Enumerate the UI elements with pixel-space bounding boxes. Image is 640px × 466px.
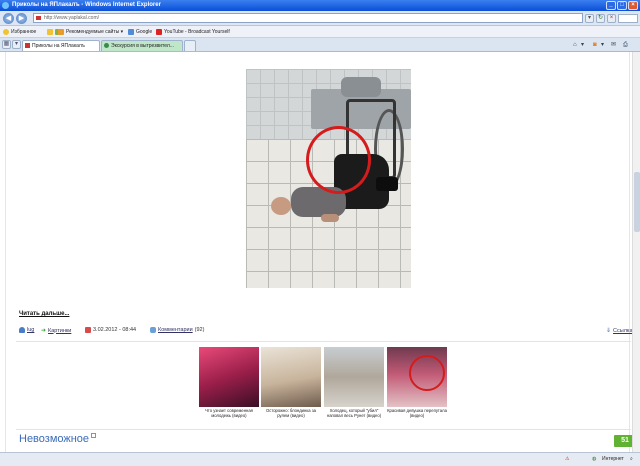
arrow-right-icon: ➜ [41,328,47,334]
site-favicon-icon [36,16,41,20]
favorite-youtube[interactable]: YouTube - Broadcast Yourself [156,26,230,38]
related-thumb-4[interactable] [387,347,447,407]
page-container: Читать дальше... lug ➜ Картинки 3.02.201… [5,52,636,452]
user-icon [19,327,25,333]
google-icon [128,29,134,35]
refresh-icon[interactable]: ↻ [596,14,605,23]
divider [16,341,631,342]
favorites-bar: Избранное Рекомендуемые сайты ▾ Google Y… [0,26,640,38]
suggested-sites-icon [58,29,64,35]
comment-icon [150,327,156,333]
calendar-icon [85,327,91,333]
external-link-icon [91,433,97,438]
tab-excursion[interactable]: Экскурсия в вытрезвител... [101,40,183,51]
tab-list-icon[interactable]: ▾ [12,40,21,49]
zone-label: Интернет [602,456,624,462]
search-input[interactable] [618,14,638,23]
related-caption-2[interactable]: Осторожно: блондинка за рулем (видео) [260,408,322,418]
quick-tabs-icon[interactable]: ▦ [2,40,11,49]
photo-highlight-circle [306,126,371,194]
photo-shoe [376,177,398,191]
related-thumb-1[interactable] [199,347,259,407]
dropdown-arrow-icon[interactable]: ▾ [585,14,594,23]
address-toolbar: ◀ ▶ http://www.yaplakal.com/ ▾ ↻ × [0,11,640,26]
post-link[interactable]: ⇓ Ссылка [606,327,633,335]
post-author[interactable]: lug [19,327,34,333]
post-date: 3.02.2012 - 08:44 [85,327,136,333]
next-post-title[interactable]: Невозможное [19,433,97,445]
author-link[interactable]: lug [27,327,34,333]
post-comments[interactable]: Комментарии (92) [150,327,204,333]
read-more-link[interactable]: Читать дальше... [19,311,69,317]
window-controls: _ □ × [606,1,638,10]
photo-head [271,197,291,215]
permalink[interactable]: Ссылка [613,328,632,334]
forward-button[interactable]: ▶ [16,13,27,24]
minimize-button[interactable]: _ [606,1,616,10]
print-icon[interactable]: ⎙ [623,41,628,50]
close-button[interactable]: × [628,1,638,10]
related-caption-3[interactable]: Холодец, который "убил" наповал весь Рун… [323,408,385,418]
tab-bar: ▦ ▾ Приколы на ЯПлакалъ Экскурсия в вытр… [0,38,640,52]
back-button[interactable]: ◀ [3,13,14,24]
related-caption-1[interactable]: Что узнает современная молодежь (видео) [198,408,260,418]
security-icon: ⚠ [565,456,570,462]
maximize-button[interactable]: □ [617,1,627,10]
address-url: http://www.yaplakal.com/ [44,15,100,21]
vertical-scrollbar[interactable] [632,52,640,452]
favorites-button[interactable]: Избранное [3,26,36,38]
status-bar: ⚠ ◍ Интернет ⌕ [0,452,640,466]
scrollbar-thumb[interactable] [634,172,640,232]
new-tab-button[interactable] [184,40,196,51]
youtube-icon [156,29,162,35]
tab-favicon-icon [25,43,30,48]
home-dropdown-icon[interactable]: ▾ [581,41,584,50]
related-caption-4[interactable]: Красивая девушка перепутала (видео) [386,408,448,418]
window-title: Приколы на ЯПлакалъ - Windows Internet E… [12,2,161,8]
page-content: Читать дальше... lug ➜ Картинки 3.02.201… [0,52,640,452]
link-icon: ⇓ [606,328,612,334]
ie-app-icon [2,2,9,9]
post-category[interactable]: ➜ Картинки [41,327,71,335]
mail-icon[interactable]: ✉ [611,41,616,50]
home-icon[interactable]: ⌂ [573,41,577,50]
photo-arm [321,214,339,222]
tab-yaplakal[interactable]: Приколы на ЯПлакалъ [22,40,100,51]
related-thumb-2[interactable] [261,347,321,407]
photo-pillow [341,77,381,97]
internet-zone-icon: ◍ [592,456,597,462]
thumb-highlight-circle [409,355,445,391]
window-titlebar: Приколы на ЯПлакалъ - Windows Internet E… [0,0,640,11]
zoom-level[interactable]: ⌕ [630,453,633,466]
feeds-icon[interactable]: ◙ [593,41,597,50]
category-link[interactable]: Картинки [48,328,71,334]
comments-link[interactable]: Комментарии [158,327,193,333]
address-input[interactable]: http://www.yaplakal.com/ [33,13,583,23]
favorite-suggested-sites[interactable]: Рекомендуемые сайты ▾ [58,26,123,38]
next-post-title-text[interactable]: Невозможное [19,433,89,445]
related-thumb-3[interactable] [324,347,384,407]
star-icon [3,29,9,35]
tab-loading-icon [104,43,109,48]
divider [16,429,631,430]
feeds-dropdown-icon[interactable]: ▾ [601,41,604,50]
post-main-photo[interactable] [246,69,411,288]
favorite-google[interactable]: Google [128,26,152,38]
post-meta: lug ➜ Картинки 3.02.2012 - 08:44 Коммент… [19,327,639,337]
stop-icon[interactable]: × [607,14,616,23]
